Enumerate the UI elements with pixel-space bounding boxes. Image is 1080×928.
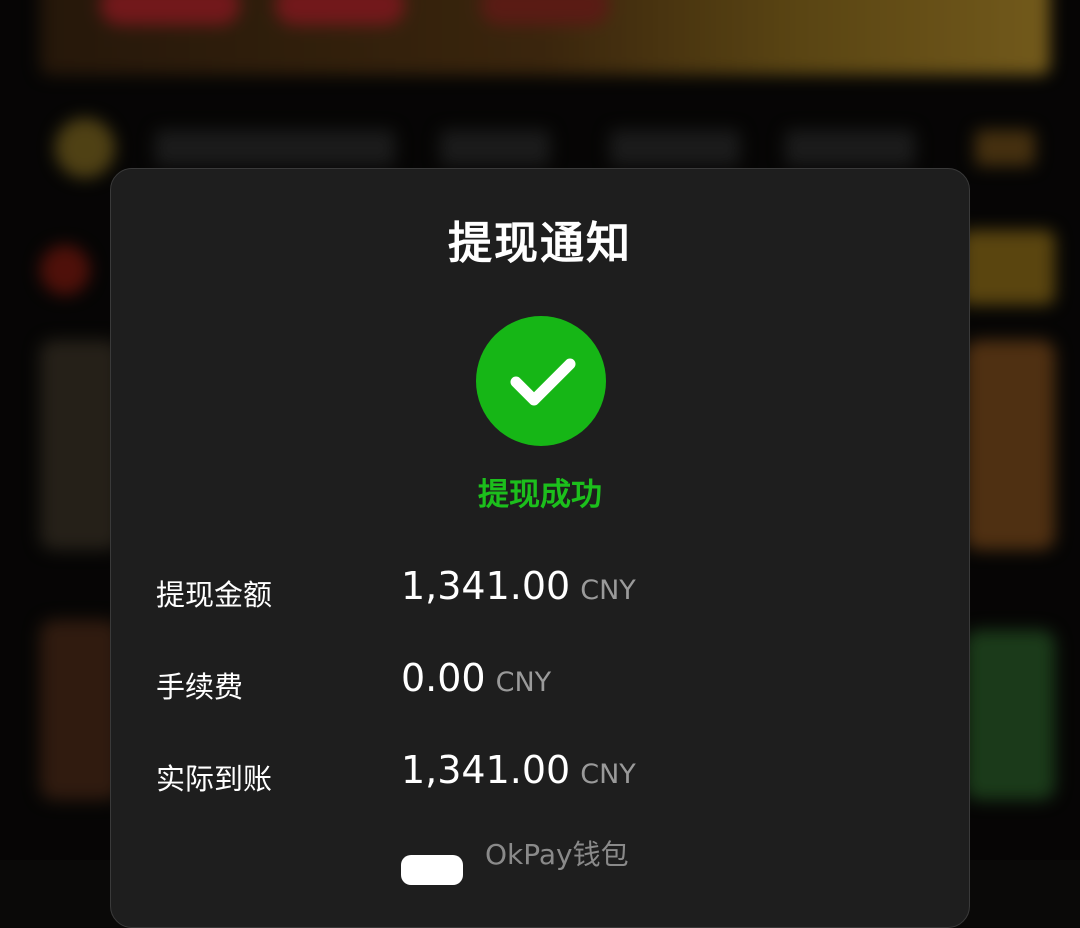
row-value: 1,341.00 <box>401 564 571 608</box>
row-value-wrapper: 0.00 CNY <box>401 656 551 700</box>
row-fee: 手续费 0.00 CNY <box>111 650 971 710</box>
dialog-title: 提现通知 <box>448 218 632 269</box>
row-withdraw-amount: 提现金额 1,341.00 CNY <box>111 558 971 618</box>
row-label: 提现金额 <box>156 578 273 612</box>
row-unit: CNY <box>580 759 636 790</box>
row-value: 0.00 <box>401 656 486 700</box>
row-value-wrapper: 1,341.00 CNY <box>401 564 636 608</box>
row-unit: CNY <box>495 667 552 698</box>
wallet-name: OkPay钱包 <box>485 838 629 871</box>
success-badge <box>476 316 606 446</box>
row-actual-received: 实际到账 1,341.00 CNY <box>111 742 971 802</box>
row-unit: CNY <box>580 575 636 606</box>
status-text: 提现成功 <box>478 477 602 513</box>
row-value: 1,341.00 <box>401 748 571 792</box>
checkmark-icon <box>510 358 576 406</box>
withdraw-notice-dialog: 提现通知 提现成功 提现金额 1,341.00 CNY 手续费 0.00 CNY 实… <box>110 168 970 928</box>
row-label: 手续费 <box>156 670 244 704</box>
row-value-wrapper: 1,341.00 CNY <box>401 748 636 792</box>
row-label: 实际到账 <box>156 762 273 796</box>
